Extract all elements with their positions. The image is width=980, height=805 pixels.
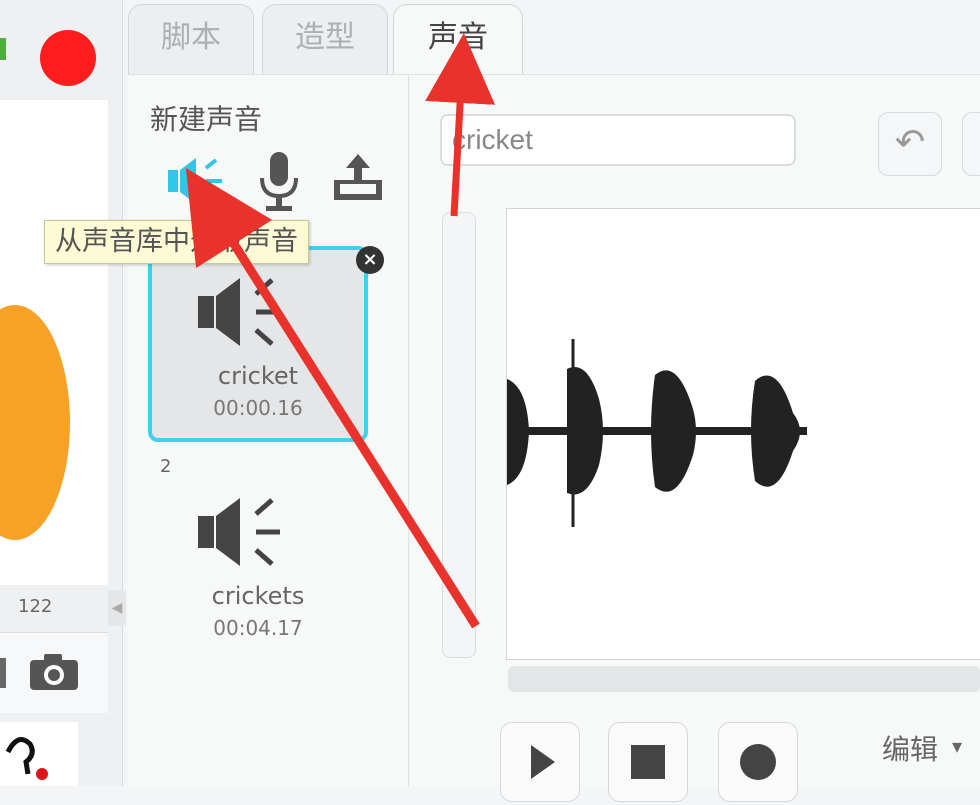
tooltip: 从声音库中选取声音	[44, 220, 309, 264]
sound-duration: 00:00.16	[213, 396, 303, 420]
paint-sprite-icon[interactable]	[0, 658, 6, 688]
green-flag-icon[interactable]	[0, 38, 6, 60]
record-button[interactable]	[718, 722, 798, 802]
speaker-icon	[198, 278, 280, 346]
coordinate-readout: 122	[18, 596, 53, 617]
stop-button[interactable]	[40, 30, 96, 86]
sound-name: cricket	[217, 362, 299, 390]
delete-sound-button[interactable]: ×	[356, 246, 384, 274]
sound-name-input[interactable]	[440, 114, 796, 166]
speaker-icon	[198, 498, 280, 566]
microphone-icon[interactable]	[256, 150, 302, 212]
tab-costumes[interactable]: 造型	[262, 4, 388, 75]
sound-item-cricket[interactable]: cricket 00:00.16	[148, 246, 368, 442]
waveform-area[interactable]	[506, 208, 980, 660]
chevron-down-icon[interactable]: ▾	[952, 734, 962, 758]
sound-name: crickets	[211, 582, 305, 610]
collapse-stage-button[interactable]: ◀	[108, 590, 126, 626]
play-icon	[531, 745, 555, 779]
upload-icon[interactable]	[330, 150, 386, 206]
play-button[interactable]	[500, 722, 580, 802]
volume-scrollbar[interactable]	[442, 212, 476, 658]
waveform	[507, 339, 807, 527]
speaker-library-icon[interactable]	[166, 152, 228, 210]
sound-duration: 00:04.17	[213, 616, 303, 640]
tab-sounds[interactable]: 声音	[393, 4, 523, 75]
redo-button[interactable]	[962, 112, 980, 176]
sprite-thumbnail[interactable]	[0, 722, 78, 786]
record-icon	[740, 744, 776, 780]
new-sound-label: 新建声音	[150, 103, 263, 136]
sound-item-crickets[interactable]: crickets 00:04.17	[152, 470, 364, 658]
camera-icon[interactable]	[28, 652, 80, 692]
undo-icon[interactable]: ↶	[878, 112, 942, 176]
stop-sound-button[interactable]	[608, 722, 688, 802]
tab-scripts[interactable]: 脚本	[128, 4, 254, 75]
horizontal-scrollbar[interactable]	[508, 666, 980, 692]
stop-square-icon	[631, 745, 665, 779]
edit-menu[interactable]: 编辑	[882, 728, 938, 768]
